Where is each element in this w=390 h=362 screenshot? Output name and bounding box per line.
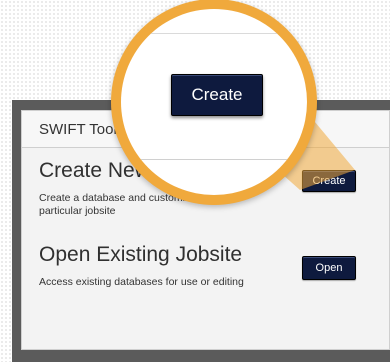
create-section-description-line2: particular jobsite [39,205,116,217]
magnifier-callout: Create [121,9,307,195]
magnifier-divider-bottom [121,159,307,160]
open-section-description: Access existing databases for use or edi… [39,276,244,288]
open-button[interactable]: Open [302,256,356,280]
magnifier-divider-top [121,33,307,34]
open-section-title: Open Existing Jobsite [39,243,243,266]
panel-title: SWIFT Tools [39,121,125,138]
magnified-create-button[interactable]: Create [171,74,263,116]
create-button[interactable]: Create [302,170,356,192]
